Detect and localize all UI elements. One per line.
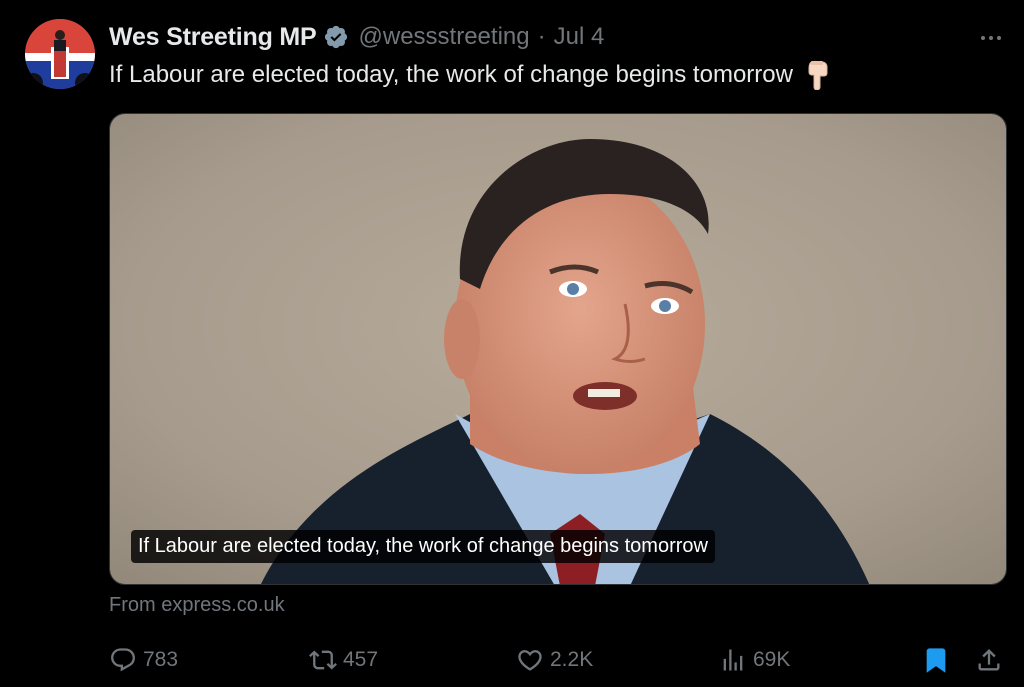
tweet-text: If Labour are elected today, the work of… <box>109 60 829 90</box>
avatar[interactable] <box>25 19 95 89</box>
tweet-header: Wes Streeting MP @wessstreeting · Jul 4 <box>109 20 604 54</box>
views-button[interactable]: 69K <box>719 640 790 680</box>
reply-count: 783 <box>143 648 179 671</box>
more-options-icon[interactable] <box>975 26 1007 50</box>
more-dot <box>981 36 985 40</box>
handle[interactable]: @wessstreeting <box>359 23 530 51</box>
more-dot <box>997 36 1001 40</box>
action-bar: 783 457 2.2K 69K <box>109 640 1007 680</box>
tweet-body: If Labour are elected today, the work of… <box>109 61 793 88</box>
tweet[interactable]: Wes Streeting MP @wessstreeting · Jul 4 … <box>0 0 1024 687</box>
link-source[interactable]: From express.co.uk <box>109 594 285 617</box>
reply-button[interactable]: 783 <box>109 640 178 680</box>
like-count: 2.2K <box>550 648 594 671</box>
display-name[interactable]: Wes Streeting MP <box>109 23 317 52</box>
avatar-image <box>25 19 95 89</box>
timestamp[interactable]: Jul 4 <box>554 23 605 51</box>
more-dot <box>989 36 993 40</box>
verified-badge-icon[interactable] <box>323 24 349 50</box>
link-card-media[interactable]: If Labour are elected today, the work of… <box>109 113 1007 585</box>
bookmark-filled-icon <box>926 648 946 673</box>
retweet-icon <box>309 650 337 670</box>
media-caption: If Labour are elected today, the work of… <box>131 530 715 563</box>
like-button[interactable]: 2.2K <box>516 640 593 680</box>
retweet-button[interactable]: 457 <box>309 640 378 680</box>
views-count: 69K <box>753 648 791 671</box>
views-chart-icon <box>723 649 743 671</box>
reply-icon <box>111 648 135 672</box>
pointing-down-hand-icon <box>803 60 829 90</box>
article-photo <box>110 114 1006 584</box>
share-button[interactable] <box>975 640 1003 680</box>
bookmark-button[interactable] <box>922 640 950 680</box>
retweet-count: 457 <box>343 648 379 671</box>
separator-dot: · <box>537 23 546 50</box>
heart-icon <box>518 650 542 671</box>
share-upload-icon <box>978 649 1000 671</box>
